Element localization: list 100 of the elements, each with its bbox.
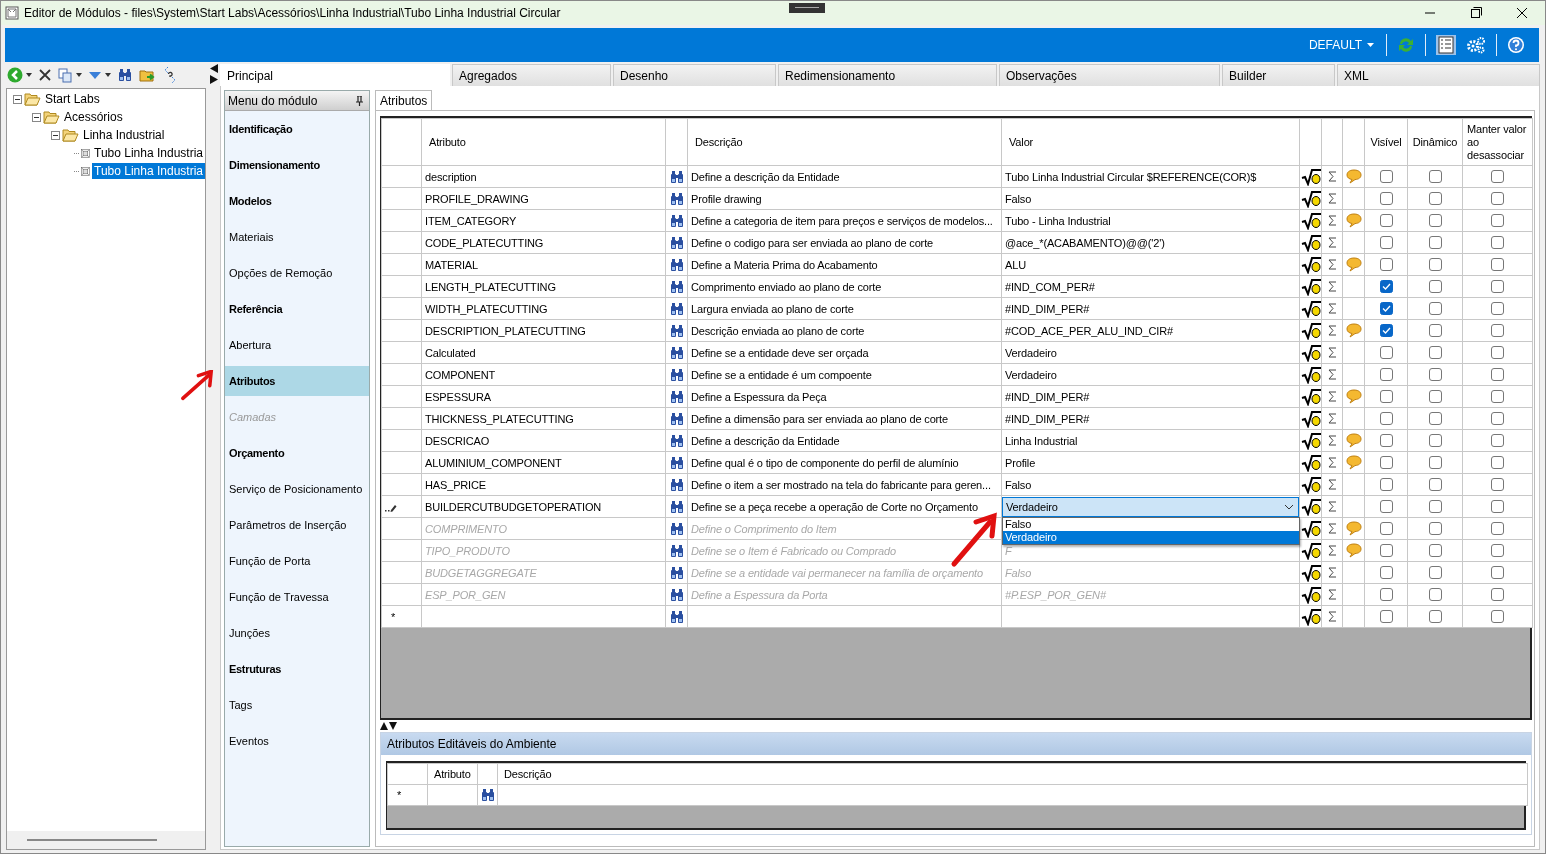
checkbox[interactable] xyxy=(1428,302,1442,316)
sigma-icon[interactable] xyxy=(1326,214,1338,228)
checkbox[interactable] xyxy=(1428,324,1442,338)
menu-item[interactable]: Referência xyxy=(229,303,283,315)
checkbox[interactable] xyxy=(1491,192,1504,206)
binoculars-icon[interactable] xyxy=(668,609,685,624)
menu-item[interactable]: Atributos xyxy=(229,375,276,387)
sigma-icon[interactable] xyxy=(1326,280,1338,294)
checkbox[interactable] xyxy=(1379,522,1393,536)
menu-item[interactable]: Serviço de Posicionamento xyxy=(229,483,363,495)
binoculars-icon[interactable] xyxy=(668,565,685,580)
binoculars-icon[interactable] xyxy=(668,477,685,492)
menu-item[interactable]: Tags xyxy=(229,699,253,711)
sigma-icon[interactable] xyxy=(1326,412,1338,426)
sigma-icon[interactable] xyxy=(1326,478,1338,492)
caret-icon[interactable] xyxy=(76,73,82,77)
drag-handle-icon[interactable] xyxy=(789,2,825,14)
sigma-icon[interactable] xyxy=(1326,324,1338,338)
checkbox[interactable] xyxy=(1379,346,1393,360)
checkbox[interactable] xyxy=(1491,390,1504,404)
binoculars-icon[interactable] xyxy=(668,235,685,250)
binoculars-icon[interactable] xyxy=(668,169,685,184)
binoculars-icon[interactable] xyxy=(668,499,685,514)
checkbox[interactable] xyxy=(1379,478,1393,492)
folder-arrow-icon[interactable] xyxy=(139,67,156,83)
tab[interactable]: Atributos xyxy=(375,90,433,110)
tree-item[interactable]: Linha Industrial xyxy=(81,127,167,143)
checkbox[interactable] xyxy=(1428,390,1442,404)
checkbox[interactable] xyxy=(1491,478,1504,492)
checkbox[interactable] xyxy=(1491,456,1504,470)
caret-icon[interactable] xyxy=(26,73,32,77)
sigma-icon[interactable] xyxy=(1326,522,1338,536)
menu-item[interactable]: Parâmetros de Inserção xyxy=(229,519,347,531)
checkbox[interactable] xyxy=(1428,610,1442,624)
sigma-icon[interactable] xyxy=(1326,610,1338,624)
binoculars-icon[interactable] xyxy=(668,389,685,404)
checkbox[interactable] xyxy=(1379,566,1393,580)
checkbox[interactable] xyxy=(1428,588,1442,602)
formula-icon[interactable] xyxy=(1300,321,1321,340)
collapse-toggle-icon[interactable] xyxy=(13,94,22,104)
checkbox[interactable] xyxy=(1491,500,1504,514)
delete-icon[interactable] xyxy=(38,68,52,82)
comment-icon[interactable] xyxy=(1345,169,1362,184)
formula-icon[interactable] xyxy=(1300,497,1321,516)
checkbox[interactable] xyxy=(1428,500,1442,514)
checkbox[interactable] xyxy=(1379,258,1393,272)
menu-item[interactable]: Junções xyxy=(229,627,270,639)
checkbox[interactable] xyxy=(1428,434,1442,448)
checkbox[interactable] xyxy=(1379,390,1393,404)
binoculars-icon[interactable] xyxy=(668,455,685,470)
formula-icon[interactable] xyxy=(1300,541,1321,560)
splitter-toggle-icon[interactable] xyxy=(380,722,397,730)
sigma-icon[interactable] xyxy=(1326,192,1338,206)
menu-item[interactable]: Estruturas xyxy=(229,663,282,675)
checkbox[interactable] xyxy=(1428,478,1442,492)
tab[interactable]: Principal xyxy=(220,64,450,86)
formula-icon[interactable] xyxy=(1300,453,1321,472)
formula-icon[interactable] xyxy=(1300,255,1321,274)
sigma-icon[interactable] xyxy=(1326,368,1338,382)
checkbox[interactable] xyxy=(1379,544,1393,558)
menu-item[interactable]: Orçamento xyxy=(229,447,285,459)
value-dropdown[interactable]: Verdadeiro xyxy=(1002,496,1299,517)
comment-icon[interactable] xyxy=(1345,543,1362,558)
formula-icon[interactable] xyxy=(1300,607,1321,626)
checkbox[interactable] xyxy=(1428,280,1442,294)
binoculars-icon[interactable] xyxy=(668,587,685,602)
tree-help-icon[interactable] xyxy=(162,66,178,84)
checkbox[interactable] xyxy=(1379,412,1393,426)
checkbox[interactable] xyxy=(1379,500,1393,514)
down-arrow-icon[interactable] xyxy=(88,69,102,81)
checkbox[interactable] xyxy=(1379,588,1393,602)
tab[interactable]: Observações xyxy=(999,64,1220,86)
binoculars-icon[interactable] xyxy=(668,367,685,382)
dropdown-option[interactable]: Verdadeiro xyxy=(1003,531,1299,544)
binoculars-icon[interactable] xyxy=(668,191,685,206)
menu-item[interactable]: Modelos xyxy=(229,195,272,207)
checkbox[interactable] xyxy=(1491,236,1504,250)
scrollbar-thumb[interactable] xyxy=(27,839,157,841)
checkbox[interactable] xyxy=(1379,280,1393,294)
binoculars-icon[interactable] xyxy=(668,279,685,294)
formula-icon[interactable] xyxy=(1300,277,1321,296)
binoculars-icon[interactable] xyxy=(668,301,685,316)
checkbox[interactable] xyxy=(1379,302,1393,316)
tab[interactable]: XML xyxy=(1337,64,1540,86)
binoculars-icon[interactable] xyxy=(668,433,685,448)
checkbox[interactable] xyxy=(1428,566,1442,580)
tree-item[interactable]: Tubo Linha Industria xyxy=(92,145,205,161)
formula-icon[interactable] xyxy=(1300,519,1321,538)
binoculars-icon[interactable] xyxy=(668,323,685,338)
menu-item[interactable]: Opções de Remoção xyxy=(229,267,333,279)
checkbox[interactable] xyxy=(1491,434,1504,448)
tab[interactable]: Redimensionamento xyxy=(778,64,997,86)
tab[interactable]: Desenho xyxy=(613,64,776,86)
tree-item[interactable]: Tubo Linha Industria xyxy=(92,163,205,179)
formula-icon[interactable] xyxy=(1300,233,1321,252)
formula-icon[interactable] xyxy=(1300,299,1321,318)
checkbox[interactable] xyxy=(1379,610,1393,624)
sigma-icon[interactable] xyxy=(1326,302,1338,316)
checkbox[interactable] xyxy=(1379,214,1393,228)
sigma-icon[interactable] xyxy=(1326,170,1338,184)
